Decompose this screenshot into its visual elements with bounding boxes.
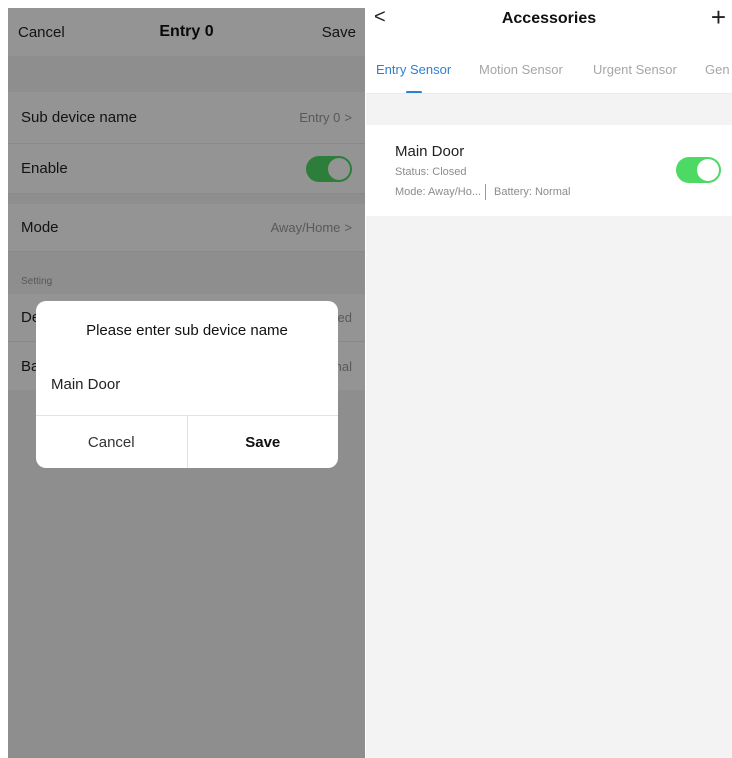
accessories-header: < Accessories + — [366, 0, 732, 40]
meta-divider — [485, 184, 487, 200]
accessory-meta: Mode: Away/Ho... Battery: Normal — [395, 184, 570, 200]
tab-entry-sensor[interactable]: Entry Sensor — [376, 62, 451, 77]
active-tab-indicator — [406, 91, 422, 93]
back-chevron-icon[interactable]: < — [374, 6, 386, 29]
accessory-battery: Battery: Normal — [494, 186, 571, 198]
tab-motion-sensor[interactable]: Motion Sensor — [479, 62, 563, 77]
accessories-screen: < Accessories + Entry Sensor Motion Sens… — [366, 0, 732, 758]
rename-dialog: Please enter sub device name Cancel Save — [36, 301, 338, 468]
sub-device-name-input[interactable] — [51, 373, 321, 395]
tab-general-sensor[interactable]: Gen — [705, 62, 730, 77]
accessory-mode: Mode: Away/Ho... — [395, 186, 482, 198]
dialog-actions: Cancel Save — [36, 415, 338, 468]
accessory-enable-toggle[interactable] — [676, 157, 721, 183]
page-title: Accessories — [501, 10, 597, 27]
toggle-knob — [697, 159, 719, 181]
sensor-tabs: Entry Sensor Motion Sensor Urgent Sensor… — [366, 40, 732, 94]
dialog-title: Please enter sub device name — [86, 322, 288, 339]
accessory-name: Main Door — [395, 143, 465, 160]
accessory-card[interactable]: Main Door Status: Closed Mode: Away/Ho..… — [366, 125, 732, 216]
add-accessory-button[interactable]: + — [711, 4, 726, 30]
dialog-cancel-button[interactable]: Cancel — [36, 416, 187, 468]
dialog-save-button[interactable]: Save — [186, 416, 339, 468]
entry-settings-screen: Cancel Entry 0 Save Sub device name Entr… — [8, 8, 365, 758]
accessory-status: Status: Closed — [395, 166, 467, 178]
tab-urgent-sensor[interactable]: Urgent Sensor — [593, 62, 677, 77]
